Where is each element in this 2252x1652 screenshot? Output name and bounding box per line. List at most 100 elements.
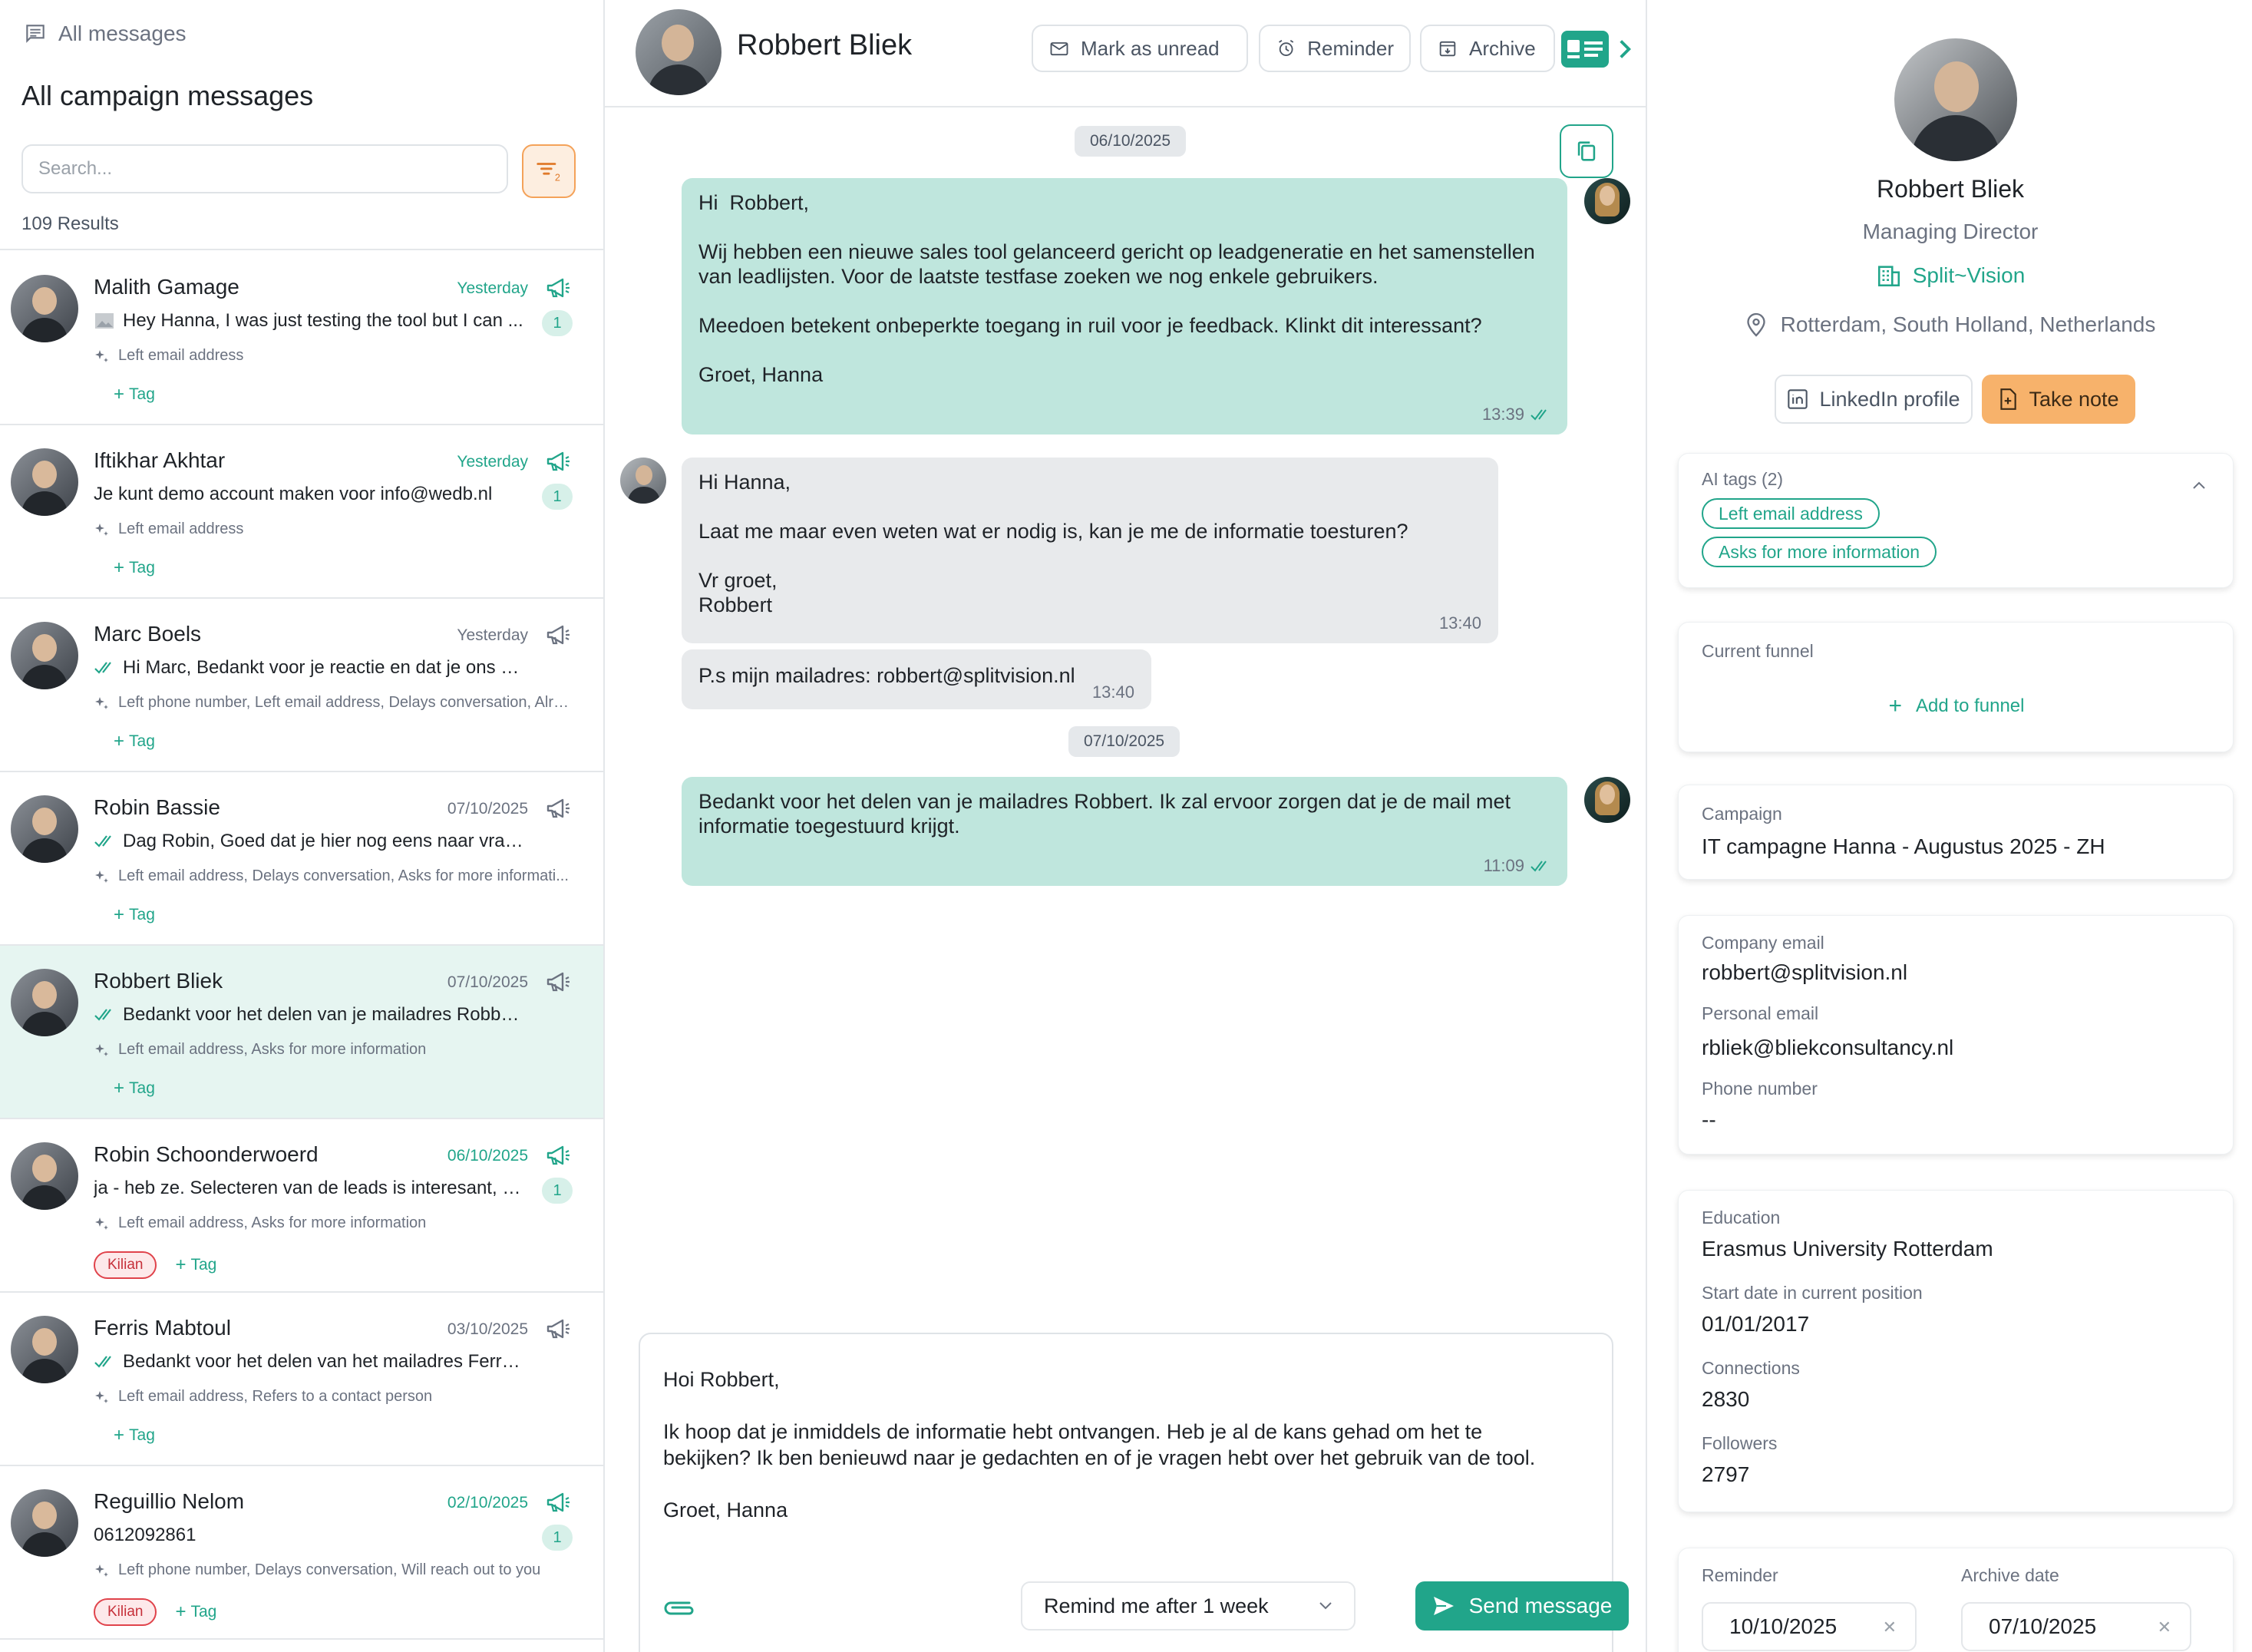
breadcrumb[interactable]: All messages xyxy=(23,21,187,46)
reminder-date-input[interactable]: 10/10/2025 ✕ xyxy=(1702,1602,1917,1651)
add-tag-label: Tag xyxy=(129,1426,155,1444)
profile-role: Managing Director xyxy=(1862,220,2039,243)
add-tag-button[interactable]: + Tag xyxy=(94,1425,155,1446)
add-tag-label: Tag xyxy=(129,559,155,577)
mark-unread-label: Mark as unread xyxy=(1081,36,1220,60)
message-text: Hi Hanna, Laat me maar even weten wat er… xyxy=(698,471,1408,616)
message-text: P.s mijn mailadres: robbert@splitvision.… xyxy=(698,664,1075,687)
contact-card-icon[interactable] xyxy=(1561,31,1609,68)
conversation-list-item[interactable]: Robin Schoonderwoerd 06/10/2025 ja - heb… xyxy=(0,1119,603,1293)
remind-select[interactable]: Remind me after 1 week xyxy=(1021,1581,1355,1631)
contact-tag[interactable]: Kilian xyxy=(94,1251,157,1279)
contact-name: Robbert Bliek xyxy=(737,29,913,61)
start-date-value: 01/01/2017 xyxy=(1702,1312,1810,1336)
add-funnel-label: Add to funnel xyxy=(1916,695,2025,716)
archive-date-input[interactable]: 07/10/2025 ✕ xyxy=(1961,1602,2191,1651)
tag-row: + Tag xyxy=(94,731,155,752)
conversation-list-item[interactable]: Robin Bassie 07/10/2025 Dag Robin, Goed … xyxy=(0,772,603,946)
message-date: 07/10/2025 xyxy=(447,973,528,991)
message-incoming: Hi Hanna, Laat me maar even weten wat er… xyxy=(682,458,1498,643)
contact-avatar xyxy=(11,622,78,689)
reminder-label: Reminder xyxy=(1307,36,1394,60)
search-input[interactable]: Search... xyxy=(21,144,508,193)
ai-tag-chip[interactable]: Left email address xyxy=(1702,498,1880,529)
chevron-right-icon[interactable] xyxy=(1616,38,1633,60)
message-date: 03/10/2025 xyxy=(447,1320,528,1338)
add-tag-button[interactable]: + Tag xyxy=(94,557,155,579)
plus-icon: + xyxy=(114,1425,125,1446)
take-note-button[interactable]: Take note xyxy=(1982,375,2135,424)
message-outgoing: Bedankt voor het delen van je mailadres … xyxy=(682,777,1567,886)
contact-avatar xyxy=(11,1316,78,1383)
conversation-list-item[interactable]: Marc Boels Yesterday Hi Marc, Bedankt vo… xyxy=(0,599,603,772)
reminder-button[interactable]: Reminder xyxy=(1259,25,1411,72)
double-check-icon xyxy=(94,1009,111,1021)
add-tag-button[interactable]: + Tag xyxy=(94,384,155,405)
phone-value: -- xyxy=(1702,1108,1716,1132)
campaign-label: Campaign xyxy=(1702,804,1782,824)
contact-avatar xyxy=(11,275,78,342)
message-date: Yesterday xyxy=(457,626,528,644)
tag-row: + Tag xyxy=(94,1425,155,1446)
take-note-label: Take note xyxy=(2029,387,2119,411)
plus-icon: + xyxy=(175,1254,187,1275)
add-tag-button[interactable]: + Tag xyxy=(94,904,155,926)
conversation-list-item[interactable]: Malith Gamage Yesterday Hey Hanna, I was… xyxy=(0,252,603,425)
message-list-panel: All messages All campaign messages Searc… xyxy=(0,0,605,1652)
tag-row: + Tag xyxy=(94,557,155,579)
chat-panel: Robbert Bliek Mark as unread Reminder Ar… xyxy=(605,0,1646,1652)
message-preview: Hi Marc, Bedankt voor je reactie en dat … xyxy=(94,657,523,679)
profile-panel: Robbert Bliek Managing Director Split~Vi… xyxy=(1646,0,2252,1652)
conversation-list-item[interactable]: Ferris Mabtoul 03/10/2025 Bedankt voor h… xyxy=(0,1293,603,1466)
funnel-label: Current funnel xyxy=(1702,641,1814,661)
conversation-list-item[interactable]: Robbert Bliek 07/10/2025 Bedankt voor he… xyxy=(0,946,603,1119)
linkedin-profile-button[interactable]: LinkedIn profile xyxy=(1775,375,1973,424)
ai-tags-summary: Left email address xyxy=(94,520,570,538)
mark-unread-button[interactable]: Mark as unread xyxy=(1032,25,1248,72)
conversation-list-item[interactable]: Iftikhar Akhtar Yesterday Je kunt demo a… xyxy=(0,425,603,599)
ai-tags-label: AI tags (2) xyxy=(1702,469,1784,489)
add-tag-button[interactable]: + Tag xyxy=(175,1254,216,1276)
conversation-list-item[interactable]: Reguillio Nelom 02/10/2025 0612092861 1 … xyxy=(0,1466,603,1640)
archive-button[interactable]: Archive xyxy=(1420,25,1555,72)
add-to-funnel-button[interactable]: + Add to funnel xyxy=(1679,693,2234,719)
sparkle-icon xyxy=(95,1043,108,1056)
add-tag-button[interactable]: + Tag xyxy=(94,1078,155,1099)
remind-select-value: Remind me after 1 week xyxy=(1044,1594,1269,1617)
draft-textarea[interactable]: Hoi Robbert, Ik hoop dat je inmiddels de… xyxy=(663,1366,1538,1523)
campaign-card: Campaign IT campagne Hanna - Augustus 20… xyxy=(1678,785,2234,880)
add-tag-label: Tag xyxy=(190,1603,217,1621)
double-check-icon xyxy=(1531,409,1547,421)
message-date: 07/10/2025 xyxy=(447,800,528,818)
message-time: 11:09 xyxy=(1484,854,1550,878)
education-value: Erasmus University Rotterdam xyxy=(1702,1237,1993,1260)
message-composer[interactable]: Hoi Robbert, Ik hoop dat je inmiddels de… xyxy=(639,1333,1629,1652)
message-text: Hi Robbert, Wij hebben een nieuwe sales … xyxy=(698,191,1535,386)
add-tag-button[interactable]: + Tag xyxy=(175,1601,216,1623)
message-date: 06/10/2025 xyxy=(447,1147,528,1165)
contact-name: Iftikhar Akhtar xyxy=(94,448,226,472)
send-message-button[interactable]: Send message xyxy=(1415,1581,1629,1631)
archive-date-label: Archive date xyxy=(1961,1565,2059,1585)
ai-tag-chip[interactable]: Asks for more information xyxy=(1702,537,1937,567)
clear-icon[interactable]: ✕ xyxy=(2158,1617,2171,1637)
chevron-up-icon[interactable] xyxy=(2191,480,2207,491)
contact-name: Robbert Bliek xyxy=(94,969,223,993)
attachment-icon[interactable] xyxy=(662,1597,697,1620)
profile-company-link[interactable]: Split~Vision xyxy=(1647,263,2252,289)
unread-badge: 1 xyxy=(542,1178,573,1204)
clear-icon[interactable]: ✕ xyxy=(1883,1617,1897,1637)
send-icon xyxy=(1433,1597,1454,1615)
plus-icon: + xyxy=(114,731,125,752)
profile-location-text: Rotterdam, South Holland, Netherlands xyxy=(1780,312,2156,336)
company-email-value[interactable]: robbert@splitvision.nl xyxy=(1702,960,1907,985)
copy-button[interactable] xyxy=(1560,124,1613,178)
add-tag-button[interactable]: + Tag xyxy=(94,731,155,752)
contact-tag[interactable]: Kilian xyxy=(94,1598,157,1626)
personal-email-value[interactable]: rbliek@bliekconsultancy.nl xyxy=(1702,1036,1953,1060)
contact-name: Malith Gamage xyxy=(94,275,239,299)
chevron-down-icon xyxy=(1319,1602,1332,1610)
connections-label: Connections xyxy=(1702,1358,1800,1378)
filter-button[interactable]: 2 xyxy=(522,144,576,198)
tag-row: + Tag xyxy=(94,904,155,926)
